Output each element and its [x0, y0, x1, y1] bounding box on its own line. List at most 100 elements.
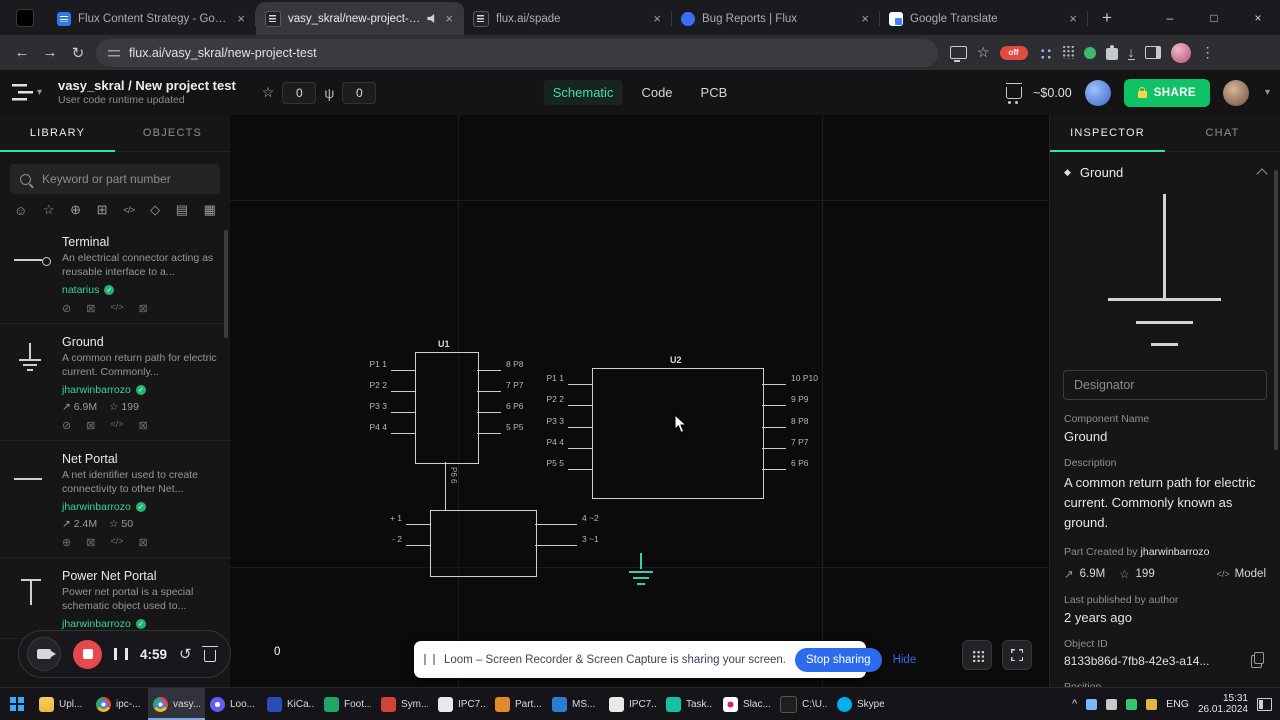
library-scrollbar[interactable]	[224, 230, 228, 338]
extension-green-icon[interactable]	[1083, 46, 1096, 59]
schematic-canvas[interactable]: U1 P1 1 P2 2 P3 3 P4 4 8 P8 7 P7 6 P6 5 …	[230, 115, 1050, 688]
taskbar-item-footprint[interactable]: Foot...	[319, 688, 376, 720]
modules-icon[interactable]: ⊞	[97, 202, 108, 218]
browser-menu-icon[interactable]: ⋮	[1201, 44, 1215, 61]
taskbar-item-slack[interactable]: Slac...	[718, 688, 775, 720]
tray-expand-icon[interactable]: ^	[1072, 698, 1077, 710]
ground-symbol[interactable]	[640, 553, 642, 569]
maximize-button[interactable]: □	[1192, 0, 1236, 35]
search-input[interactable]	[40, 171, 210, 187]
forward-button[interactable]: →	[36, 39, 64, 67]
tab-close-icon[interactable]: ×	[859, 11, 871, 26]
tab-close-icon[interactable]: ×	[651, 11, 663, 26]
extension-dots-icon[interactable]	[1060, 46, 1074, 59]
profile-icon[interactable]: ☺	[14, 203, 27, 218]
language-label[interactable]: ENG	[1166, 698, 1189, 710]
minimize-button[interactable]: –	[1148, 0, 1192, 35]
tab-close-icon[interactable]: ×	[443, 11, 455, 26]
tab-flux-project[interactable]: vasy_skral/new-project-test ×	[256, 2, 464, 35]
tab-pcb[interactable]: PCB	[692, 80, 737, 105]
templates-icon[interactable]: ▤	[176, 202, 188, 218]
grid-view-button[interactable]	[962, 640, 992, 670]
restart-recording-button[interactable]: ↺	[179, 645, 192, 663]
model-link[interactable]: </> Model	[1217, 568, 1266, 580]
library-item-power-net-portal[interactable]: Power Net Portal Power net portal is a s…	[0, 558, 230, 639]
taskbar-item-ms[interactable]: MS...	[547, 688, 604, 720]
tab-schematic[interactable]: Schematic	[543, 80, 623, 105]
favorites-star-icon[interactable]: ☆	[43, 202, 55, 218]
component-bridge[interactable]	[430, 510, 537, 577]
part-author[interactable]: jharwinbarrozo	[62, 618, 131, 630]
tray-app-icon[interactable]	[1146, 698, 1158, 710]
tab-objects[interactable]: OBJECTS	[115, 115, 230, 151]
user-caret-icon[interactable]: ▾	[1265, 87, 1270, 98]
code-icon[interactable]: </>	[123, 205, 135, 215]
extensions-puzzle-icon[interactable]	[1105, 45, 1118, 60]
new-tab-button[interactable]: +	[1094, 5, 1120, 31]
tab-close-icon[interactable]: ×	[235, 11, 247, 26]
bin-icon[interactable]: ▦	[204, 202, 216, 218]
tab-google-translate[interactable]: Google Translate ×	[880, 2, 1088, 35]
taskbar-item-task[interactable]: Task...	[661, 688, 718, 720]
collapse-chevron-icon[interactable]	[1256, 168, 1268, 180]
stop-sharing-button[interactable]: Stop sharing	[794, 647, 882, 672]
cast-icon[interactable]	[950, 46, 967, 62]
back-button[interactable]: ←	[8, 39, 36, 67]
package-icon[interactable]: ◇	[150, 202, 160, 218]
hide-banner-link[interactable]: Hide	[893, 654, 917, 666]
star-icon[interactable]: ☆	[262, 84, 275, 101]
part-author[interactable]: jharwinbarrozo	[62, 501, 131, 513]
share-button[interactable]: SHARE	[1123, 78, 1210, 107]
tray-app-icon[interactable]	[1086, 698, 1098, 710]
fork-count[interactable]: 0	[342, 81, 377, 104]
window-close-button[interactable]: ×	[1236, 0, 1280, 35]
extension-grid-icon[interactable]	[1037, 46, 1051, 59]
taskbar-item-vasy[interactable]: vasy...	[148, 688, 205, 720]
extension-off-badge[interactable]: off	[999, 45, 1028, 60]
tab-flux-content-strategy[interactable]: Flux Content Strategy - Google... ×	[48, 2, 256, 35]
pause-button[interactable]	[114, 648, 128, 660]
tab-bug-reports[interactable]: Bug Reports | Flux ×	[672, 2, 880, 35]
part-author[interactable]: jharwinbarrozo	[62, 384, 131, 396]
taskbar-item-part[interactable]: Part...	[490, 688, 547, 720]
flux-logo-icon[interactable]	[12, 82, 34, 103]
component-u1[interactable]	[415, 352, 479, 464]
taskbar-item-ipc7-doc-2[interactable]: IPC7...	[604, 688, 661, 720]
user-avatar[interactable]	[1222, 79, 1249, 106]
tab-flux-spade[interactable]: flux.ai/spade ×	[464, 2, 672, 35]
tab-inspector[interactable]: INSPECTOR	[1050, 115, 1165, 152]
side-panel-icon[interactable]	[1144, 46, 1161, 59]
taskbar-item-uploads[interactable]: Upl...	[34, 688, 91, 720]
workspace-caret-icon[interactable]: ▾	[37, 87, 42, 98]
star-count[interactable]: 0	[282, 81, 317, 104]
cart-icon[interactable]	[1006, 82, 1023, 104]
library-item-terminal[interactable]: Terminal An electrical connector acting …	[0, 224, 230, 324]
delete-recording-button[interactable]	[201, 645, 218, 662]
library-search[interactable]	[10, 164, 220, 194]
fork-icon[interactable]: ψ	[324, 85, 334, 101]
camera-button[interactable]	[27, 637, 61, 671]
start-button[interactable]	[0, 688, 34, 720]
notification-center-icon[interactable]	[1257, 697, 1272, 711]
bookmark-star-icon[interactable]: ☆	[977, 44, 990, 61]
taskbar-item-terminal[interactable]: C:\U...	[775, 688, 832, 720]
stop-record-button[interactable]	[73, 639, 102, 669]
taskbar-item-loom[interactable]: Loo...	[205, 688, 262, 720]
community-icon[interactable]: ⊕	[70, 202, 81, 218]
site-settings-icon[interactable]	[108, 47, 120, 58]
download-icon[interactable]: ↓	[1127, 45, 1135, 60]
tab-chat[interactable]: CHAT	[1165, 115, 1280, 151]
taskbar-item-kicad[interactable]: KiCa...	[262, 688, 319, 720]
taskbar-clock[interactable]: 15:31 26.01.2024	[1198, 693, 1248, 716]
profile-avatar[interactable]	[1170, 42, 1191, 63]
tab-close-icon[interactable]: ×	[1067, 11, 1079, 26]
tab-library[interactable]: LIBRARY	[0, 115, 115, 152]
library-item-net-portal[interactable]: Net Portal A net identifier used to crea…	[0, 441, 230, 558]
taskbar-item-skype[interactable]: Skype	[832, 688, 889, 720]
inspector-scrollbar[interactable]	[1274, 170, 1278, 450]
tray-app-icon[interactable]	[1126, 698, 1138, 710]
taskbar-item-ipc[interactable]: ipc-...	[91, 688, 148, 720]
browser-app-icon[interactable]	[16, 9, 34, 27]
refresh-button[interactable]: ↻	[64, 39, 92, 67]
selected-part-header[interactable]: ◆ Ground	[1050, 152, 1280, 188]
